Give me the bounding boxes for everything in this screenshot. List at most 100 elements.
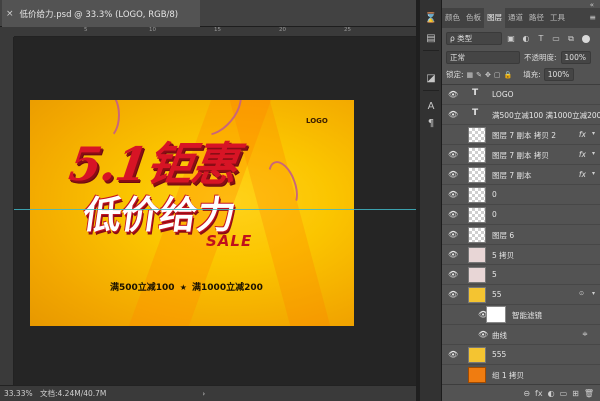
visibility-eye-icon[interactable]: 👁 <box>448 210 458 220</box>
document-tab[interactable]: × 低价给力.psd @ 33.3% (LOGO, RGB/8) <box>2 0 200 27</box>
add-style-icon[interactable]: fx <box>535 389 543 398</box>
pixel-filter-icon[interactable]: ▣ <box>505 33 517 45</box>
visibility-eye-icon[interactable]: 👁 <box>448 170 458 180</box>
visibility-eye-icon[interactable]: 👁 <box>448 110 458 120</box>
guide-line[interactable] <box>14 209 416 210</box>
visibility-off-slot[interactable] <box>448 370 458 380</box>
layer-row[interactable]: 👁 图层 6 <box>442 225 600 245</box>
expand-effects-icon[interactable]: ▾ <box>592 130 595 137</box>
tab-tools[interactable]: 工具 <box>547 8 568 28</box>
logo-text: LOGO <box>306 117 328 125</box>
lock-artboard-icon[interactable]: ▢ <box>494 71 501 79</box>
lock-position-icon[interactable]: ✥ <box>485 71 491 79</box>
new-layer-icon[interactable]: ⊞ <box>572 389 579 398</box>
layer-thumbnail <box>468 227 486 243</box>
expand-effects-icon[interactable]: ▾ <box>592 150 595 157</box>
visibility-eye-icon[interactable]: 👁 <box>448 90 458 100</box>
visibility-eye-icon[interactable]: 👁 <box>478 330 488 339</box>
layer-thumbnail <box>468 267 486 283</box>
layer-thumbnail <box>468 147 486 163</box>
tab-channels[interactable]: 通道 <box>505 8 526 28</box>
link-layers-icon[interactable]: ⊖ <box>523 389 530 398</box>
filter-type-select[interactable]: ρ 类型 <box>446 32 502 45</box>
layer-name: 55 <box>492 290 502 299</box>
layer-row[interactable]: 👁 555 <box>442 345 600 365</box>
tab-color[interactable]: 颜色 <box>442 8 463 28</box>
lock-all-icon[interactable]: 🔒 <box>504 71 513 79</box>
blend-mode-select[interactable]: 正常 <box>446 51 520 64</box>
tab-swatches[interactable]: 色板 <box>463 8 484 28</box>
paragraph-icon[interactable]: ¶ <box>423 115 439 131</box>
layer-row[interactable]: 👁 图层 7 副本 拷贝 fx ▾ <box>442 145 600 165</box>
smart-object-icon: ⊙ <box>578 290 584 297</box>
add-mask-icon[interactable]: ▭ <box>560 389 568 398</box>
layer-name: 555 <box>492 350 507 359</box>
horizontal-ruler[interactable]: 5 10 15 20 25 <box>14 27 416 37</box>
fx-icon[interactable]: fx <box>579 170 586 179</box>
layer-thumbnail <box>468 207 486 223</box>
layers-panel: « 颜色 色板 图层 通道 路径 工具 ≡ ρ 类型 ▣ ◐ T ▭ ⧉ 正常 … <box>442 0 600 401</box>
filter-item-row[interactable]: 👁 曲线 ≑ <box>442 325 600 345</box>
layer-row[interactable]: 图层 7 副本 拷贝 2 fx ▾ <box>442 125 600 145</box>
filter-mask-thumbnail[interactable] <box>486 306 506 323</box>
layer-thumbnail <box>468 127 486 143</box>
visibility-eye-icon[interactable]: 👁 <box>448 230 458 240</box>
panel-menu-icon[interactable]: ≡ <box>589 8 596 28</box>
status-bar: 33.33% 文档:4.24M/40.7M › <box>0 385 416 401</box>
layer-row[interactable]: 👁 55 ⊙ ▾ <box>442 285 600 305</box>
expand-effects-icon[interactable]: ▾ <box>592 290 595 297</box>
layer-row[interactable]: 👁 0 <box>442 205 600 225</box>
layer-name: 组 1 拷贝 <box>492 371 525 380</box>
status-menu-arrow[interactable]: › <box>202 390 205 398</box>
add-adjustment-icon[interactable]: ◐ <box>548 389 555 398</box>
smart-object-filter-icon[interactable]: ⧉ <box>565 33 577 45</box>
layer-row[interactable]: 👁 5 <box>442 265 600 285</box>
fx-icon[interactable]: fx <box>579 130 586 139</box>
layer-name: 图层 7 副本 拷贝 <box>492 151 549 160</box>
lock-pixels-icon[interactable]: ✎ <box>476 71 482 79</box>
zoom-level[interactable]: 33.33% <box>0 389 40 398</box>
tab-paths[interactable]: 路径 <box>526 8 547 28</box>
expand-effects-icon[interactable]: ▾ <box>592 170 595 177</box>
visibility-off-slot[interactable] <box>448 130 458 140</box>
layer-name: 0 <box>492 210 497 219</box>
visibility-eye-icon[interactable]: 👁 <box>448 270 458 280</box>
close-tab-icon[interactable]: × <box>6 9 14 19</box>
visibility-eye-icon[interactable]: 👁 <box>448 190 458 200</box>
delete-layer-icon[interactable]: 🗑 <box>584 389 594 398</box>
ruler-origin[interactable] <box>0 27 14 37</box>
layer-row[interactable]: 👁 5 拷贝 <box>442 245 600 265</box>
properties-icon[interactable]: ▤ <box>423 30 439 46</box>
artboard[interactable]: LOGO 5.1钜惠 低价给力 SALE 满500立减100 ★ 满1000立减… <box>30 100 354 326</box>
ruler-mark: 5 <box>84 27 88 33</box>
character-icon[interactable]: A <box>423 98 439 114</box>
layer-row[interactable]: 👁 T 满500立减100 满1000立减200 <box>442 105 600 125</box>
document-tab-bar: × 低价给力.psd @ 33.3% (LOGO, RGB/8) <box>0 0 416 27</box>
layer-row[interactable]: 👁 图层 7 副本 fx ▾ <box>442 165 600 185</box>
lock-transparency-icon[interactable]: ▦ <box>467 71 474 79</box>
visibility-eye-icon[interactable]: 👁 <box>448 290 458 300</box>
fx-icon[interactable]: fx <box>579 150 586 159</box>
tab-layers[interactable]: 图层 <box>484 8 505 28</box>
type-filter-icon[interactable]: T <box>535 33 547 45</box>
filter-options-icon[interactable]: ≑ <box>582 330 588 338</box>
visibility-eye-icon[interactable]: 👁 <box>448 250 458 260</box>
vertical-ruler[interactable] <box>0 37 14 385</box>
opacity-input[interactable]: 100% <box>560 51 591 64</box>
layer-name: 图层 7 副本 <box>492 171 532 180</box>
history-icon[interactable]: ⌛ <box>423 10 439 26</box>
smart-filter-row[interactable]: 👁 智能滤镜 <box>442 305 600 325</box>
adjustments-icon[interactable]: ◪ <box>423 70 439 86</box>
layer-row[interactable]: 组 1 拷贝 <box>442 365 600 385</box>
filter-toggle[interactable] <box>582 34 590 43</box>
layer-row[interactable]: 👁 T LOGO <box>442 85 600 105</box>
lock-row: 锁定: ▦ ✎ ✥ ▢ 🔒 填充: 100% <box>446 67 596 82</box>
panel-tab-bar: 颜色 色板 图层 通道 路径 工具 ≡ <box>442 8 600 28</box>
canvas-area[interactable]: LOGO 5.1钜惠 低价给力 SALE 满500立减100 ★ 满1000立减… <box>14 37 416 385</box>
fill-input[interactable]: 100% <box>543 68 574 81</box>
layer-row[interactable]: 👁 0 <box>442 185 600 205</box>
adjustment-filter-icon[interactable]: ◐ <box>520 33 532 45</box>
visibility-eye-icon[interactable]: 👁 <box>448 350 458 360</box>
shape-filter-icon[interactable]: ▭ <box>550 33 562 45</box>
visibility-eye-icon[interactable]: 👁 <box>448 150 458 160</box>
